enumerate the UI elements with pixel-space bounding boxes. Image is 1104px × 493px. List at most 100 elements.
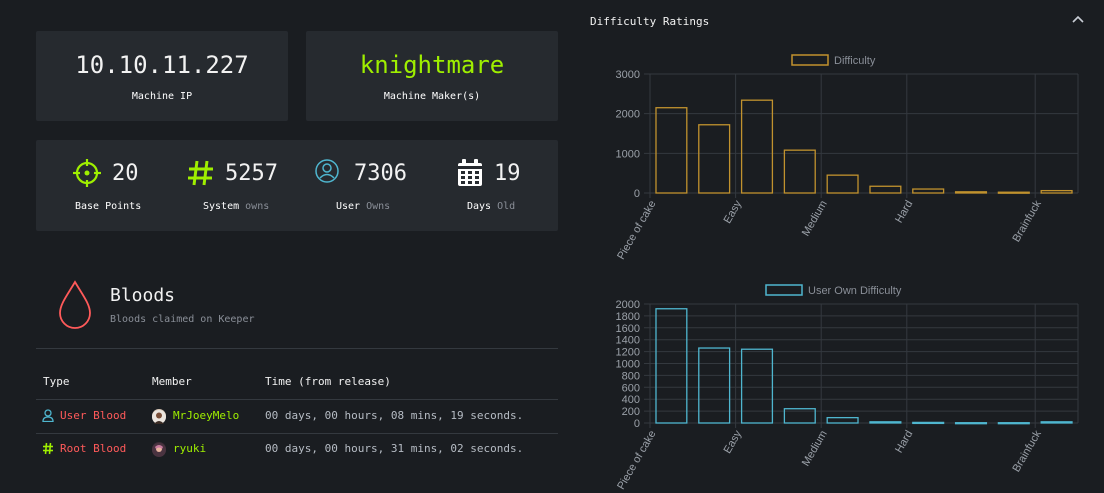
col-member-header: Member — [152, 375, 192, 388]
system-owns-label: System owns — [203, 201, 269, 212]
bar — [1040, 421, 1073, 424]
x-tick-label: Brainfuck — [1010, 428, 1044, 474]
y-tick-label: 1000 — [616, 148, 640, 160]
col-type-header: Type — [43, 375, 70, 388]
system-owns-value: 5257 — [225, 161, 278, 186]
days-old-label-muted: Old — [497, 201, 516, 212]
avatar-image — [152, 410, 166, 424]
x-tick-label: Easy — [722, 198, 745, 226]
x-tick-label: Piece of cake — [615, 429, 658, 492]
system-owns-label-main: System — [203, 201, 240, 212]
y-tick-label: 2000 — [616, 299, 640, 311]
y-tick-label: 1200 — [616, 347, 640, 359]
base-points-value: 20 — [112, 161, 139, 186]
row-1-member[interactable]: MrJoeyMelo — [173, 409, 239, 422]
row-2-type: Root Blood — [60, 442, 127, 455]
row-1-time: 00 days, 00 hours, 08 mins, 19 seconds. — [265, 409, 524, 422]
y-tick-label: 1400 — [616, 335, 640, 347]
user-owns-label-muted: Owns — [366, 201, 391, 212]
chevron-up-icon[interactable] — [1071, 14, 1085, 24]
base-points-label: Base Points — [75, 201, 142, 212]
user-own-difficulty-chart: User Own Difficulty 020040060080010001200… — [615, 284, 1079, 492]
machine-ip-card: 10.10.11.227 Machine IP — [36, 31, 288, 121]
stat-days-old: 19 Days Old — [456, 156, 586, 220]
x-tick-label: Hard — [893, 199, 915, 226]
x-tick-label: Brainfuck — [1010, 198, 1044, 244]
y-tick-label: 3000 — [616, 69, 640, 81]
bar — [997, 422, 1030, 425]
row-2-time: 00 days, 00 hours, 31 mins, 02 seconds. — [265, 442, 524, 455]
avatar — [152, 442, 166, 457]
bar — [869, 421, 902, 424]
machine-ip-value: 10.10.11.227 — [75, 51, 249, 79]
calendar-icon — [458, 159, 482, 186]
bar — [997, 191, 1030, 194]
hash-icon — [188, 160, 213, 186]
x-tick-label: Medium — [800, 429, 830, 469]
bar — [954, 191, 988, 194]
bar — [655, 308, 688, 424]
table-header-divider — [36, 399, 558, 400]
bar — [1040, 189, 1073, 194]
y-tick-label: 2000 — [616, 109, 640, 121]
y-tick-label: 600 — [622, 382, 640, 394]
y-tick-label: 1800 — [616, 311, 640, 323]
bar — [783, 149, 816, 194]
difficulty-chart: Difficulty 0 1000 2000 3000 Piece of cake Easy… — [615, 54, 1079, 261]
machine-maker-label: Machine Maker(s) — [383, 91, 481, 102]
bar — [740, 348, 774, 424]
difficulty-ratings-title: Difficulty Ratings — [590, 15, 710, 28]
user-owns-label: User Owns — [336, 201, 390, 212]
machine-maker-card: knightmare Machine Maker(s) — [306, 31, 558, 121]
system-owns-label-muted: owns — [245, 201, 270, 212]
y-tick-label: 0 — [634, 188, 640, 200]
y-tick-label: 200 — [622, 406, 640, 418]
days-old-value: 19 — [494, 161, 521, 186]
legend-swatch — [791, 54, 829, 66]
bar — [869, 185, 902, 194]
row-2-member[interactable]: ryuki — [173, 442, 206, 455]
y-tick-label: 1000 — [616, 359, 640, 371]
legend-label: Difficulty — [834, 55, 876, 67]
x-tick-label: Easy — [722, 428, 745, 456]
bar — [954, 422, 988, 425]
bar — [698, 124, 731, 194]
bar — [912, 421, 945, 425]
stat-system-owns: 5257 System owns — [186, 156, 316, 220]
stats-card: 20 Base Points 5257 System owns 7306 Use… — [36, 140, 558, 231]
y-tick-label: 1600 — [616, 323, 640, 335]
user-icon — [315, 159, 339, 183]
bar — [655, 107, 688, 194]
bar — [912, 188, 945, 194]
y-tick-label: 800 — [622, 370, 640, 382]
root-blood-hash-icon — [43, 442, 53, 455]
user-blood-icon — [42, 409, 54, 422]
x-tick-label: Hard — [893, 429, 915, 456]
machine-maker-value[interactable]: knightmare — [306, 51, 558, 79]
x-tick-label: Medium — [800, 199, 830, 239]
x-tick-label: Piece of cake — [615, 199, 658, 261]
legend-label: User Own Difficulty — [808, 285, 902, 297]
stat-user-owns: 7306 User Owns — [314, 156, 444, 220]
row-divider — [36, 433, 558, 434]
days-old-label: Days Old — [467, 201, 515, 212]
avatar-image — [152, 443, 166, 457]
bar — [826, 174, 859, 194]
bar — [826, 416, 859, 424]
legend-swatch — [765, 284, 803, 296]
user-owns-value: 7306 — [354, 161, 407, 186]
y-tick-label: 0 — [634, 418, 640, 430]
bloods-subtitle: Bloods claimed on Keeper — [110, 314, 255, 325]
y-tick-label: 400 — [622, 394, 640, 406]
stat-base-points: 20 Base Points — [72, 156, 202, 220]
user-owns-label-main: User — [336, 201, 361, 212]
bloods-divider — [36, 348, 558, 349]
bar — [698, 347, 731, 424]
bloods-title: Bloods — [110, 285, 176, 306]
blood-drop-icon — [59, 280, 91, 329]
machine-ip-label: Machine IP — [131, 91, 193, 102]
days-old-label-main: Days — [467, 201, 492, 212]
crosshair-icon — [73, 159, 101, 187]
row-1-type: User Blood — [60, 409, 127, 422]
col-time-header: Time (from release) — [265, 375, 391, 388]
